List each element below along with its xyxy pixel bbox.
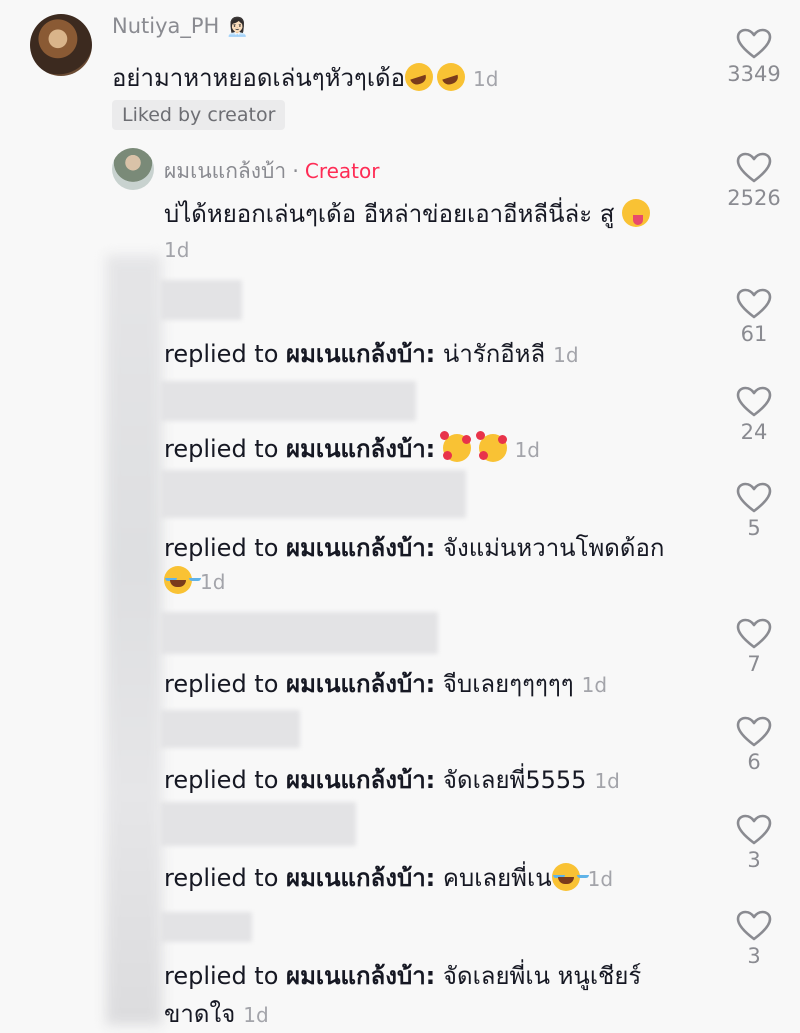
reply-text: replied to ผมเนแกล้งบ้า: น่ารักอีหลี 1d: [164, 340, 579, 368]
smiling-hearts-emoji-icon: [439, 431, 471, 462]
heart-outline-icon: [736, 386, 772, 417]
like-button[interactable]: 5: [724, 482, 784, 540]
like-button[interactable]: 3349: [724, 28, 784, 86]
creator-avatar[interactable]: [112, 148, 154, 190]
rofl-emoji-icon: [437, 63, 466, 91]
liked-by-creator-badge: Liked by creator: [112, 100, 286, 130]
heart-outline-icon: [736, 152, 772, 183]
like-count: 6: [747, 750, 761, 774]
like-button[interactable]: 2526: [724, 152, 784, 210]
creator-reply-text: บ่ได้หยอกเล่นๆเด้อ อีหล่าข่อยเอาอีหลีนี่…: [164, 194, 651, 233]
heart-outline-icon: [736, 910, 772, 941]
woman-emoji-icon: 👩🏻‍💼: [226, 17, 249, 38]
like-count: 3349: [727, 62, 781, 86]
reply-text-continued: 1d: [164, 566, 225, 595]
creator-reply-time: 1d: [164, 238, 190, 262]
reply-text: replied to ผมเนแกล้งบ้า: จีบเลยๆๆๆๆๆ 1d: [164, 670, 608, 698]
reply-text: replied to ผมเนแกล้งบ้า: จัดเลยพี่5555 1d: [164, 766, 620, 794]
like-count: 5: [747, 516, 761, 540]
like-count: 24: [740, 420, 768, 444]
like-button[interactable]: 7: [724, 618, 784, 676]
heart-outline-icon: [736, 288, 772, 319]
winking-tongue-emoji-icon: [622, 199, 651, 227]
tears-of-joy-emoji-icon: [551, 863, 580, 891]
blurred-username: [160, 612, 438, 654]
blurred-username: [160, 470, 466, 518]
heart-outline-icon: [736, 716, 772, 747]
smiling-hearts-emoji-icon: [475, 431, 507, 462]
reply-text: replied to ผมเนแกล้งบ้า: คบเลยพี่เน 1d: [164, 863, 614, 892]
like-button[interactable]: 6: [724, 716, 784, 774]
blurred-avatar-column: [106, 255, 162, 1025]
like-count: 2526: [727, 186, 781, 210]
creator-tag: Creator: [304, 159, 380, 183]
blurred-username: [160, 912, 252, 942]
creator-username-line[interactable]: ผมเนแกล้งบ้า · Creator: [164, 155, 379, 188]
commenter-avatar[interactable]: [30, 14, 92, 76]
reply-text: replied to ผมเนแกล้งบ้า: 1d: [164, 431, 540, 463]
rofl-emoji-icon: [405, 63, 434, 91]
blurred-username: [160, 802, 356, 846]
heart-outline-icon: [736, 618, 772, 649]
like-count: 3: [747, 848, 761, 872]
heart-outline-icon: [736, 28, 772, 59]
tears-of-joy-emoji-icon: [164, 566, 192, 594]
like-button[interactable]: 3: [724, 910, 784, 968]
comment-time: 1d: [473, 67, 499, 91]
like-count: 61: [740, 322, 768, 346]
heart-outline-icon: [736, 482, 772, 513]
like-button[interactable]: 61: [724, 288, 784, 346]
like-button[interactable]: 3: [724, 814, 784, 872]
reply-text-continued: ขาดใจ 1d: [164, 1000, 269, 1028]
blurred-username: [160, 381, 416, 421]
main-comment-text: อย่ามาหาหยอดเล่นๆหัวๆเด้อ 1d: [112, 63, 499, 92]
heart-outline-icon: [736, 814, 772, 845]
like-count: 3: [747, 944, 761, 968]
like-count: 7: [747, 652, 761, 676]
reply-text: replied to ผมเนแกล้งบ้า: จังแม่นหวานโพดด…: [164, 534, 665, 562]
commenter-username[interactable]: Nutiya_PH 👩🏻‍💼: [112, 14, 248, 38]
blurred-username: [160, 710, 300, 748]
reply-text: replied to ผมเนแกล้งบ้า: จัดเลยพี่เน หนู…: [164, 962, 642, 990]
like-button[interactable]: 24: [724, 386, 784, 444]
blurred-username: [160, 280, 242, 320]
